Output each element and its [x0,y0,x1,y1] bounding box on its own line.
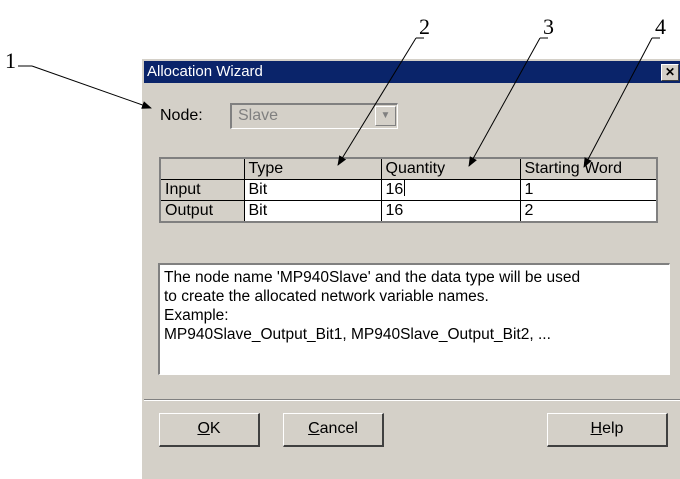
row-label-output: Output [159,200,245,223]
info-line: MP940Slave_Output_Bit1, MP940Slave_Outpu… [164,326,551,343]
dialog-title: Allocation Wizard [147,63,263,80]
text-caret [404,180,406,196]
close-icon: ✕ [664,65,676,79]
allocation-wizard-dialog: Allocation Wizard ✕ Node: Slave ▼ Type Q… [141,58,680,479]
info-line: The node name 'MP940Slave' and the data … [164,269,581,286]
title-bar[interactable]: Allocation Wizard ✕ [144,61,680,83]
cancel-button[interactable]: Cancel [283,413,384,447]
help-accelerator: H [590,420,603,437]
grid-row-input: Input Bit 16 1 [159,179,658,201]
help-button[interactable]: Help [547,413,668,447]
allocation-grid: Type Quantity Starting Word Input Bit 16… [159,157,658,223]
output-starting-word-cell[interactable]: 2 [519,200,658,223]
grid-header-row: Type Quantity Starting Word [159,157,658,180]
callout-1: 1 [5,48,16,73]
info-line: to create the allocated network variable… [164,288,489,305]
cancel-accelerator: C [308,420,320,437]
chevron-down-icon[interactable]: ▼ [375,106,396,126]
output-quantity-cell[interactable]: 16 [380,200,521,223]
input-quantity-cell[interactable]: 16 [380,179,521,201]
node-label: Node: [160,107,203,124]
help-label-rest: elp [602,420,624,437]
row-label-input: Input [159,179,245,201]
divider [144,399,680,401]
output-type-cell[interactable]: Bit [243,200,382,223]
ok-label-rest: K [209,420,221,437]
info-text-box: The node name 'MP940Slave' and the data … [158,263,670,375]
node-dropdown[interactable]: Slave ▼ [230,103,398,129]
column-header-starting-word: Starting Word [519,157,658,180]
ok-accelerator: O [197,420,210,437]
callout-1-arrow [31,65,152,109]
grid-row-output: Output Bit 16 2 [159,200,658,223]
close-button[interactable]: ✕ [661,64,679,81]
input-quantity-value: 16 [385,181,404,198]
input-type-cell[interactable]: Bit [243,179,382,201]
cancel-label-rest: ancel [319,420,358,437]
input-starting-word-cell[interactable]: 1 [519,179,658,201]
column-header-type: Type [243,157,382,180]
callout-3: 3 [543,14,554,39]
column-header-quantity: Quantity [380,157,521,180]
ok-button[interactable]: OK [159,413,260,447]
grid-corner-cell [159,157,245,180]
callout-4: 4 [655,14,666,39]
callout-2: 2 [419,14,430,39]
info-line: Example: [164,307,229,324]
node-dropdown-value: Slave [238,107,279,124]
